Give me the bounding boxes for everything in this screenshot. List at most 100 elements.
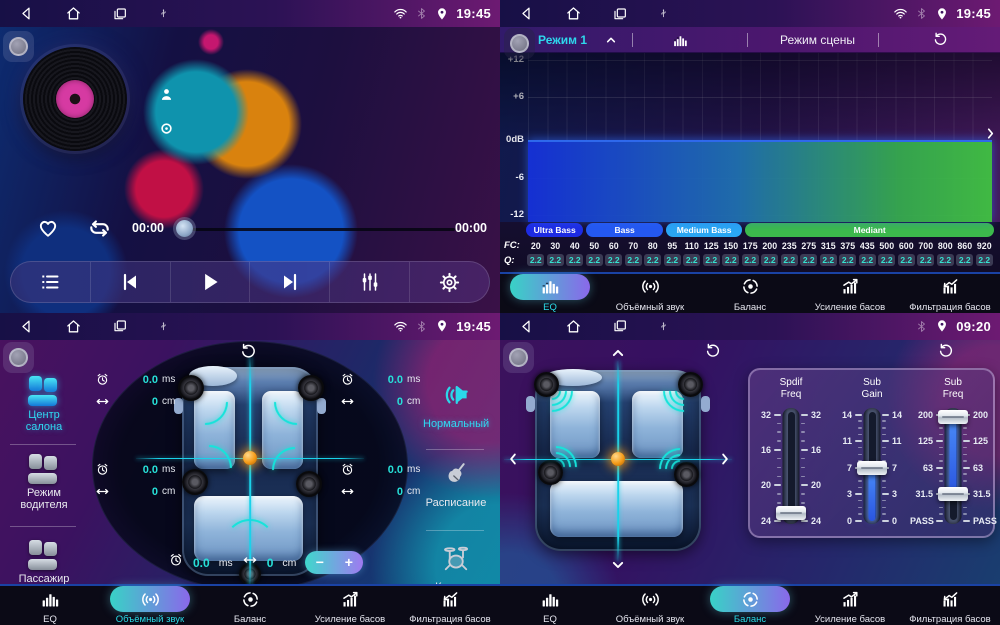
chevron-down-icon[interactable] [608, 555, 628, 575]
delay-reset-slot[interactable] [239, 342, 258, 366]
slider-thumb[interactable] [938, 487, 968, 501]
q-value-box[interactable]: 2.2 [566, 254, 583, 266]
tab-bass-filter[interactable]: Фильтрация басов [900, 586, 1000, 625]
tab-balance[interactable]: Баланс [700, 586, 800, 625]
mode-chevron-icon[interactable] [603, 32, 619, 48]
listening-position-item[interactable]: Центр салона [0, 376, 88, 435]
album-icon-slot[interactable] [159, 121, 174, 141]
band-group-pill[interactable]: Mediant [745, 223, 994, 237]
home-icon[interactable] [565, 318, 582, 335]
eq-reset-slot[interactable] [932, 31, 949, 53]
listening-position-item[interactable]: Режим водителя [0, 454, 88, 513]
reset-icon[interactable] [937, 342, 955, 360]
tab-surround[interactable]: Объёмный звук [100, 586, 200, 625]
tab-eq-bars[interactable]: EQ [500, 586, 600, 625]
q-value-box[interactable]: 2.2 [937, 254, 954, 266]
tab-surround[interactable]: Объёмный звук [600, 274, 700, 313]
recents-icon[interactable] [612, 6, 628, 22]
listening-position-item[interactable]: Пассажир [0, 540, 88, 586]
next-button[interactable] [249, 262, 329, 302]
balance-left-slot[interactable] [504, 450, 522, 473]
favorite-icon[interactable] [36, 216, 60, 240]
q-value-box[interactable]: 2.2 [664, 254, 681, 266]
equalizer-button[interactable] [329, 262, 409, 302]
home-icon[interactable] [565, 5, 582, 22]
balance-down-slot[interactable] [608, 555, 628, 580]
playlist-button[interactable] [11, 262, 90, 302]
balance-right-slot[interactable] [716, 450, 734, 473]
q-value-box[interactable]: 2.2 [956, 254, 973, 266]
tab-bass-filter[interactable]: Фильтрация басов [900, 274, 1000, 313]
band-group-pill[interactable]: Ultra Bass [526, 223, 583, 237]
tab-balance[interactable]: Баланс [700, 274, 800, 313]
q-value-box[interactable]: 2.2 [800, 254, 817, 266]
chevron-left-icon[interactable] [504, 450, 522, 468]
q-value-box[interactable]: 2.2 [761, 254, 778, 266]
progress-thumb[interactable] [176, 220, 193, 237]
repeat-icon[interactable] [86, 215, 113, 242]
reset-icon[interactable] [704, 342, 722, 360]
q-value-box[interactable]: 2.2 [917, 254, 934, 266]
balance-up-slot[interactable] [608, 343, 628, 368]
more-bands-icon[interactable] [982, 125, 999, 142]
floating-assist-button[interactable] [3, 31, 34, 62]
eq-mode-selector[interactable]: Режим 1 [538, 33, 587, 47]
back-icon[interactable] [518, 318, 535, 335]
floating-assist-button[interactable] [3, 342, 34, 373]
listening-position-ball[interactable] [243, 451, 257, 465]
eq-plot-area[interactable] [528, 53, 992, 222]
back-icon[interactable] [18, 5, 35, 22]
scene-preset-item[interactable]: Нормальный [412, 380, 500, 431]
progress-track[interactable] [186, 228, 455, 231]
more-bands-slot[interactable] [982, 125, 999, 147]
play-button[interactable] [170, 262, 250, 302]
album-art-vinyl[interactable] [23, 47, 127, 151]
floating-assist-button[interactable] [503, 342, 534, 373]
sub-reset-slot[interactable] [937, 342, 955, 365]
tab-eq-bars[interactable]: EQ [500, 274, 600, 313]
tab-eq-bars[interactable]: EQ [0, 586, 100, 625]
artist-icon-slot[interactable] [158, 86, 175, 108]
artist-icon[interactable] [158, 86, 175, 103]
balance-reset-slot[interactable] [704, 342, 722, 365]
tab-surround[interactable]: Объёмный звук [600, 586, 700, 625]
home-icon[interactable] [65, 318, 82, 335]
q-value-box[interactable]: 2.2 [527, 254, 544, 266]
mode-chevron-slot[interactable] [603, 32, 619, 53]
q-value-box[interactable]: 2.2 [839, 254, 856, 266]
q-value-box[interactable]: 2.2 [586, 254, 603, 266]
home-icon[interactable] [65, 5, 82, 22]
scene-mode-button[interactable]: Режим сцены [780, 33, 855, 47]
band-group-pill[interactable]: Bass [586, 223, 663, 237]
tab-bass-boost[interactable]: Усиление басов [800, 586, 900, 625]
tab-bass-filter[interactable]: Фильтрация басов [400, 586, 500, 625]
eq-header-icon[interactable] [672, 32, 689, 49]
floating-assist-button[interactable] [504, 28, 535, 59]
scene-preset-item[interactable]: Расписание [412, 459, 500, 510]
q-value-box[interactable]: 2.2 [781, 254, 798, 266]
band-group-pill[interactable]: Medium Bass [666, 223, 743, 237]
q-value-box[interactable]: 2.2 [605, 254, 622, 266]
q-value-box[interactable]: 2.2 [898, 254, 915, 266]
q-value-box[interactable]: 2.2 [976, 254, 993, 266]
reset-icon[interactable] [932, 31, 949, 48]
q-value-box[interactable]: 2.2 [547, 254, 564, 266]
chevron-up-icon[interactable] [608, 343, 628, 363]
favorite-slot[interactable] [36, 216, 60, 245]
q-value-box[interactable]: 2.2 [703, 254, 720, 266]
back-icon[interactable] [518, 5, 535, 22]
slider-thumb[interactable] [938, 410, 968, 424]
q-value-box[interactable]: 2.2 [644, 254, 661, 266]
increase-button[interactable]: + [334, 551, 363, 574]
tab-balance[interactable]: Баланс [200, 586, 300, 625]
q-value-box[interactable]: 2.2 [859, 254, 876, 266]
eq-header-icon-slot[interactable] [672, 32, 689, 54]
q-value-box[interactable]: 2.2 [683, 254, 700, 266]
q-value-box[interactable]: 2.2 [722, 254, 739, 266]
q-value-box[interactable]: 2.2 [878, 254, 895, 266]
settings-button[interactable] [409, 262, 489, 302]
q-value-box[interactable]: 2.2 [625, 254, 642, 266]
previous-button[interactable] [90, 262, 170, 302]
slider-thumb[interactable] [776, 506, 806, 520]
recents-icon[interactable] [112, 318, 128, 334]
